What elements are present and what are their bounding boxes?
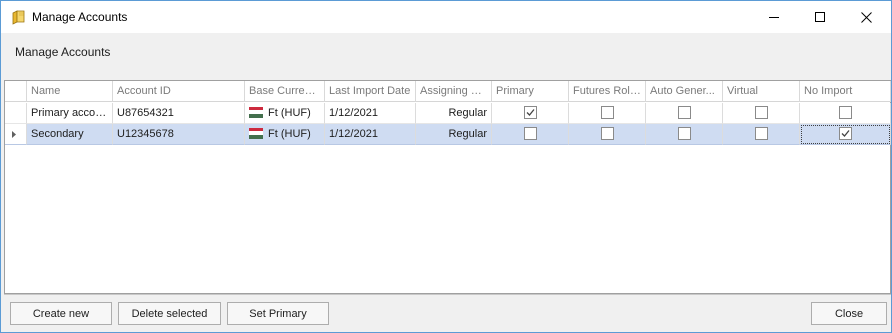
minimize-icon (769, 12, 779, 22)
accounts-grid[interactable]: Name Account ID Base Currency Last Impor… (4, 80, 891, 294)
column-header-last-import-date[interactable]: Last Import Date (325, 81, 416, 102)
row-indicator[interactable] (5, 124, 27, 145)
primary-checkbox[interactable] (523, 105, 537, 119)
cell-auto-generate[interactable] (646, 103, 723, 124)
futures-roll-checkbox[interactable] (600, 105, 614, 119)
currency-label: Ft (HUF) (268, 128, 311, 140)
hungary-flag-icon (249, 127, 263, 139)
cell-primary[interactable] (492, 103, 569, 124)
cell-assigning-method[interactable]: Regular (416, 124, 492, 145)
auto-generate-checkbox[interactable] (677, 126, 691, 140)
footer-divider (4, 294, 891, 295)
row-indicator[interactable] (5, 103, 27, 124)
column-header-primary[interactable]: Primary (492, 81, 569, 102)
close-icon (860, 11, 872, 23)
column-header-base-currency[interactable]: Base Currency (245, 81, 325, 102)
column-header-account-id[interactable]: Account ID (113, 81, 245, 102)
cell-account-id[interactable]: U12345678 (113, 124, 245, 145)
column-header-virtual[interactable]: Virtual (723, 81, 800, 102)
column-header-name[interactable]: Name (27, 81, 113, 102)
cell-no-import[interactable] (800, 103, 891, 124)
cell-base-currency[interactable]: Ft (HUF) (245, 124, 325, 145)
title-bar[interactable]: Manage Accounts (1, 1, 891, 33)
current-row-arrow-icon (12, 131, 16, 138)
virtual-checkbox[interactable] (754, 105, 768, 119)
checkmark-icon (526, 108, 535, 116)
checkmark-icon (841, 129, 850, 137)
set-primary-button[interactable]: Set Primary (227, 302, 329, 325)
cell-last-import-date[interactable]: 1/12/2021 (325, 103, 416, 124)
cell-futures-roll[interactable] (569, 103, 646, 124)
delete-selected-button[interactable]: Delete selected (118, 302, 221, 325)
column-header-auto-generate[interactable]: Auto Gener... (646, 81, 723, 102)
primary-checkbox[interactable] (523, 126, 537, 140)
manage-accounts-window: Manage Accounts Manage Accounts Name Acc… (0, 0, 892, 333)
folder-icon (11, 9, 27, 25)
currency-label: Ft (HUF) (268, 107, 311, 119)
cell-virtual[interactable] (723, 103, 800, 124)
window-title: Manage Accounts (32, 10, 128, 24)
cell-auto-generate[interactable] (646, 124, 723, 145)
auto-generate-checkbox[interactable] (677, 105, 691, 119)
cell-no-import[interactable] (800, 124, 891, 145)
cell-primary[interactable] (492, 124, 569, 145)
maximize-button[interactable] (797, 1, 843, 33)
cell-virtual[interactable] (723, 124, 800, 145)
create-new-button[interactable]: Create new (10, 302, 112, 325)
hungary-flag-icon (249, 106, 263, 118)
cell-assigning-method[interactable]: Regular (416, 103, 492, 124)
close-window-button[interactable] (843, 1, 889, 33)
row-indicator-header (5, 81, 27, 102)
grid-header-row: Name Account ID Base Currency Last Impor… (5, 81, 891, 102)
cell-base-currency[interactable]: Ft (HUF) (245, 103, 325, 124)
minimize-button[interactable] (751, 1, 797, 33)
cell-last-import-date[interactable]: 1/12/2021 (325, 124, 416, 145)
no-import-checkbox[interactable] (838, 105, 852, 119)
maximize-icon (815, 12, 825, 22)
cell-account-id[interactable]: U87654321 (113, 103, 245, 124)
column-header-no-import[interactable]: No Import (800, 81, 891, 102)
column-header-futures-roll[interactable]: Futures Roll... (569, 81, 646, 102)
futures-roll-checkbox[interactable] (600, 126, 614, 140)
virtual-checkbox[interactable] (754, 126, 768, 140)
cell-futures-roll[interactable] (569, 124, 646, 145)
table-row[interactable]: Primary account U87654321 Ft (HUF) 1/12/… (5, 103, 891, 124)
cell-name[interactable]: Primary account (27, 103, 113, 124)
page-title: Manage Accounts (15, 45, 111, 59)
column-header-assigning-method[interactable]: Assigning M... (416, 81, 492, 102)
cell-name[interactable]: Secondary (27, 124, 113, 145)
no-import-checkbox[interactable] (838, 126, 852, 140)
close-button[interactable]: Close (811, 302, 887, 325)
table-row[interactable]: Secondary U12345678 Ft (HUF) 1/12/2021 R… (5, 124, 891, 145)
